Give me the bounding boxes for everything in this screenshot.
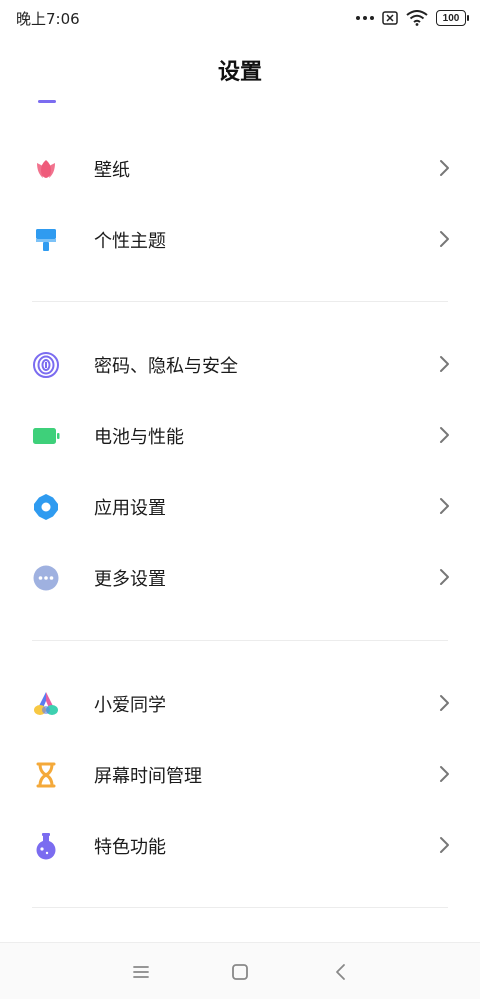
wallpaper-icon: [37, 160, 55, 178]
settings-item-battery[interactable]: 电池与性能: [0, 405, 480, 465]
chevron-right-icon: [440, 837, 449, 853]
settings-item-label: 密码、隐私与安全: [94, 356, 238, 377]
hourglass-icon: [36, 762, 56, 788]
chevron-right-icon: [440, 766, 449, 782]
settings-list[interactable]: 壁纸 个性主题 密码、隐私与安全 电池与性能 应用设置 更多设置 小爱同学 屏幕…: [0, 100, 480, 942]
chevron-right-icon: [440, 498, 449, 514]
page-title: 设置: [217, 60, 262, 85]
home-icon[interactable]: [227, 959, 253, 985]
more-icon: [33, 565, 59, 591]
navigation-bar: [0, 942, 480, 999]
settings-item-label: 壁纸: [94, 160, 130, 181]
chevron-right-icon: [440, 569, 449, 585]
hidden-item-icon: [38, 100, 56, 103]
group-divider: [32, 301, 448, 302]
menu-icon[interactable]: [128, 959, 154, 985]
status-bar: 晚上7:06 100: [0, 0, 480, 36]
settings-item-xiaoai[interactable]: 小爱同学: [0, 673, 480, 733]
settings-item-label: 屏幕时间管理: [94, 766, 202, 787]
settings-item-theme[interactable]: 个性主题: [0, 209, 480, 269]
gear-icon: [34, 494, 58, 520]
chevron-right-icon: [440, 160, 449, 176]
chevron-right-icon: [440, 356, 449, 372]
battery-level: 100: [442, 12, 460, 24]
theme-brush-icon: [36, 229, 56, 251]
wifi-icon: [406, 10, 428, 26]
status-icons: 100: [356, 8, 469, 28]
settings-item-apps[interactable]: 应用设置: [0, 476, 480, 536]
back-icon[interactable]: [328, 959, 354, 985]
settings-item-label: 应用设置: [94, 498, 166, 519]
settings-item-screen-time[interactable]: 屏幕时间管理: [0, 744, 480, 804]
settings-item-label: 小爱同学: [94, 695, 166, 716]
no-sim-icon: [382, 11, 398, 25]
battery-icon: 100: [436, 10, 469, 26]
status-time: 晚上7:06: [16, 10, 80, 28]
xiaoai-icon: [34, 692, 58, 715]
chevron-right-icon: [440, 427, 449, 443]
fingerprint-icon: [33, 352, 59, 378]
chevron-right-icon: [440, 231, 449, 247]
settings-item-more[interactable]: 更多设置: [0, 547, 480, 607]
group-divider: [32, 640, 448, 641]
settings-item-label: 电池与性能: [94, 427, 184, 448]
settings-item-label: 更多设置: [94, 569, 166, 590]
more-dots-icon: [356, 16, 374, 20]
settings-item-label: 特色功能: [94, 837, 166, 858]
group-divider: [32, 907, 448, 908]
settings-item-privacy[interactable]: 密码、隐私与安全: [0, 334, 480, 394]
settings-item-features[interactable]: 特色功能: [0, 815, 480, 875]
chevron-right-icon: [440, 695, 449, 711]
settings-item-wallpaper[interactable]: 壁纸: [0, 138, 480, 198]
flask-icon: [36, 833, 56, 860]
settings-item-label: 个性主题: [94, 231, 166, 252]
battery-icon: [33, 428, 60, 444]
